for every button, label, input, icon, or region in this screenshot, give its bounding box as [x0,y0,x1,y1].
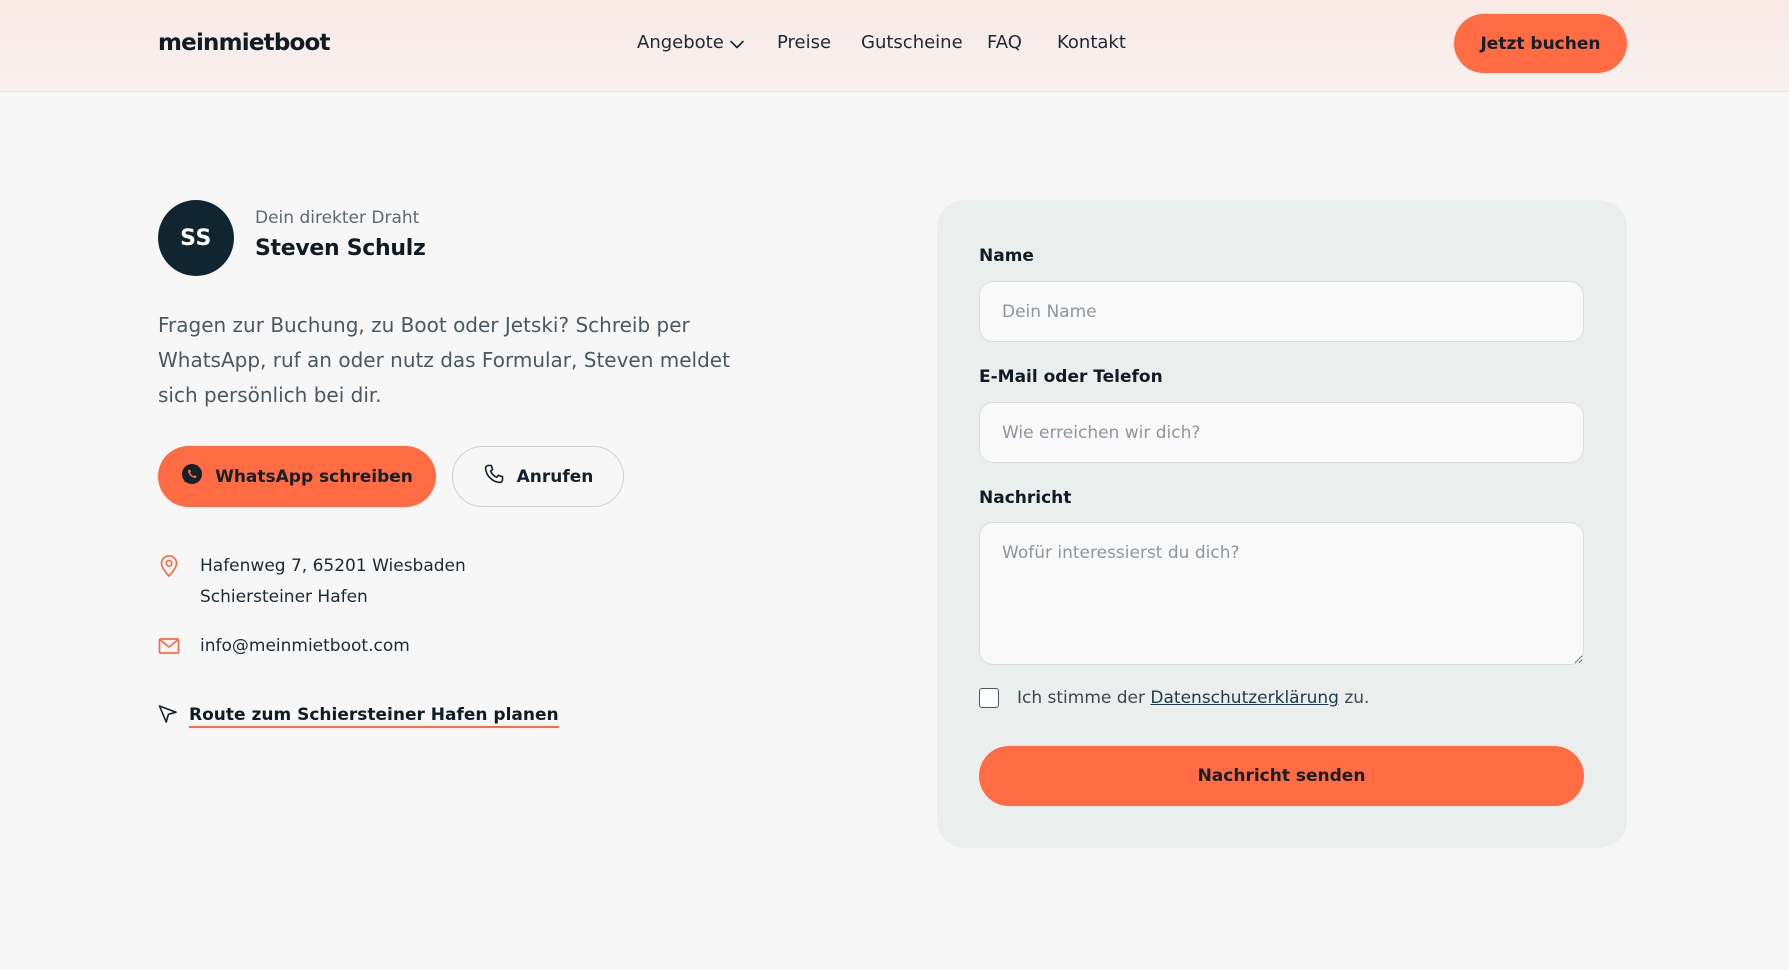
privacy-policy-link[interactable]: Datenschutzerklärung [1150,688,1339,708]
chevron-down-icon [729,33,744,54]
contact-form-card: Name E-Mail oder Telefon Nachricht Ich s… [937,200,1627,848]
send-message-button[interactable]: Nachricht senden [979,746,1584,806]
mail-icon [158,636,180,660]
message-field[interactable] [979,522,1584,665]
nav-item-kontakt[interactable]: Kontakt [1057,32,1126,53]
route-link[interactable]: Route zum Schiersteiner Hafen planen [158,704,559,728]
message-label: Nachricht [979,488,1072,508]
consent-suffix: zu. [1338,688,1370,708]
nav-item-angebote[interactable]: Angebote [637,32,744,54]
call-button-label: Anrufen [516,466,594,487]
contact-subtitle: Dein direkter Draht [255,208,420,228]
whatsapp-button[interactable]: WhatsApp schreiben [158,446,436,507]
name-field[interactable] [979,281,1584,342]
navigation-arrow-icon [158,704,178,728]
address-line-1: Hafenweg 7, 65201 Wiesbaden [200,556,466,576]
intro-text: Fragen zur Buchung, zu Boot oder Jetski?… [158,313,730,407]
contact-label: E-Mail oder Telefon [979,367,1163,387]
nav-item-gutscheine[interactable]: Gutscheine [861,32,963,53]
consent-checkbox[interactable] [979,688,999,708]
whatsapp-button-label: WhatsApp schreiben [215,466,413,487]
address-line-2: Schiersteiner Hafen [200,587,368,607]
consent-prefix: Ich stimme der [1017,688,1151,708]
address-row: Hafenweg 7, 65201 Wiesbaden Schiersteine… [158,551,466,613]
call-button[interactable]: Anrufen [452,446,624,507]
avatar: SS [158,200,234,276]
nav-item-preise[interactable]: Preise [777,32,831,53]
nav-item-faq[interactable]: FAQ [987,32,1022,53]
book-now-button[interactable]: Jetzt buchen [1454,14,1627,73]
name-label: Name [979,246,1034,266]
nav-item-label: Angebote [637,32,724,53]
consent-text: Ich stimme der Datenschutzerklärung zu. [1017,688,1369,708]
consent-row: Ich stimme der Datenschutzerklärung zu. [979,688,1369,708]
email-row: info@meinmietboot.com [158,631,410,662]
route-link-label: Route zum Schiersteiner Hafen planen [189,705,559,728]
email-link[interactable]: info@meinmietboot.com [200,631,410,662]
site-header: meinmietboot Angebote Preise Gutscheine … [0,0,1789,92]
contact-field[interactable] [979,402,1584,463]
contact-name: Steven Schulz [255,236,426,261]
map-pin-icon [158,554,180,582]
phone-icon [483,463,505,490]
whatsapp-icon [181,463,203,490]
